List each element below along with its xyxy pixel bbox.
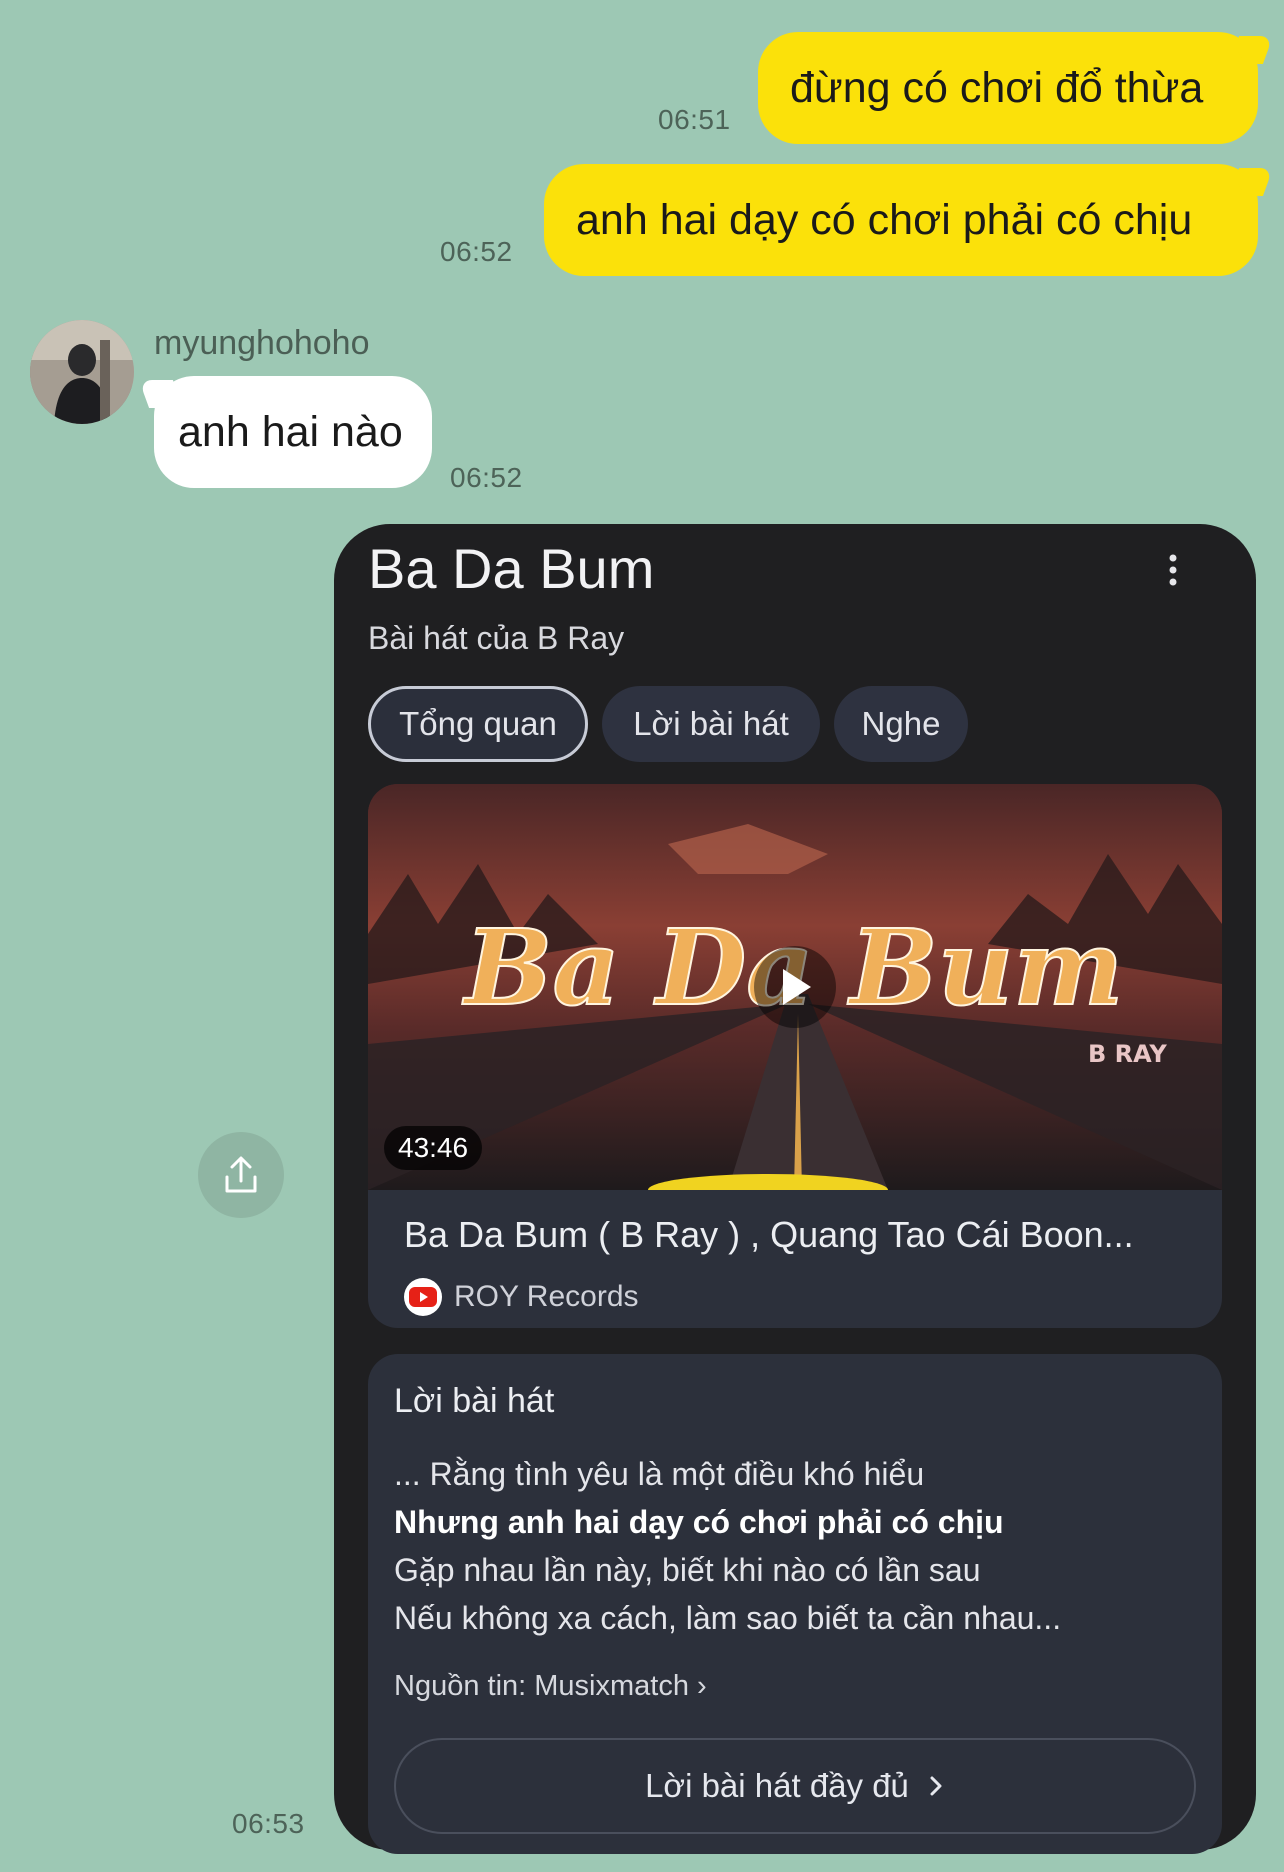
lyrics-heading: Lời bài hát xyxy=(394,1382,555,1420)
more-vertical-icon xyxy=(1169,554,1177,586)
full-lyrics-label: Lời bài hát đầy đủ xyxy=(645,1767,909,1804)
youtube-icon xyxy=(404,1278,442,1316)
full-lyrics-button[interactable]: Lời bài hát đầy đủ xyxy=(394,1738,1196,1834)
share-button[interactable] xyxy=(198,1132,284,1218)
message-timestamp: 06:52 xyxy=(440,236,513,267)
video-thumbnail[interactable]: Ba Da Bum B RAY 43:46 xyxy=(368,784,1222,1190)
message-text: anh hai nào xyxy=(178,407,403,456)
video-result[interactable]: Ba Da Bum B RAY 43:46 Ba Da Bum ( B Ray … xyxy=(368,784,1222,1328)
outgoing-message-bubble[interactable]: đừng có chơi đổ thừa xyxy=(758,32,1274,144)
avatar-photo-icon xyxy=(30,320,134,424)
lyric-line: Nếu không xa cách, làm sao biết ta cần n… xyxy=(394,1600,1062,1636)
message-text: anh hai dạy có chơi phải có chịu xyxy=(576,195,1193,244)
outgoing-message-bubble[interactable]: anh hai dạy có chơi phải có chịu xyxy=(544,164,1274,276)
lyric-line-highlighted: Nhưng anh hai dạy có chơi phải có chịu xyxy=(394,1504,1004,1540)
message-timestamp: 06:52 xyxy=(450,462,523,493)
video-duration-badge: 43:46 xyxy=(384,1126,483,1170)
card-subtitle: Bài hát của B Ray xyxy=(368,620,625,656)
sender-avatar[interactable] xyxy=(30,320,134,424)
bubble-tail xyxy=(1228,168,1274,196)
tab-overview[interactable]: Tổng quan xyxy=(368,686,588,762)
lyrics-lines: ... Rằng tình yêu là một điều khó hiểu N… xyxy=(394,1450,1061,1642)
bubble-tail xyxy=(138,380,184,408)
incoming-message-bubble[interactable]: anh hai nào xyxy=(138,376,432,488)
youtube-logo-icon xyxy=(409,1287,437,1307)
play-button[interactable] xyxy=(754,946,836,1028)
lyric-line: ... Rằng tình yêu là một điều khó hiểu xyxy=(394,1456,925,1492)
message-timestamp: 06:51 xyxy=(658,104,731,135)
video-channel: ROY Records xyxy=(454,1280,639,1313)
bubble-tail xyxy=(1228,36,1274,64)
play-icon xyxy=(783,969,811,1005)
message-timestamp: 06:53 xyxy=(232,1808,305,1839)
message-text: đừng có chơi đổ thừa xyxy=(790,63,1204,112)
lyrics-section: Lời bài hát ... Rằng tình yêu là một điề… xyxy=(368,1354,1222,1854)
tab-lyrics[interactable]: Lời bài hát xyxy=(602,686,820,762)
more-options-button[interactable] xyxy=(1160,552,1186,588)
thumbnail-artist-text: B RAY xyxy=(1088,1040,1167,1068)
sender-name: myunghohoho xyxy=(154,324,370,362)
chevron-right-icon xyxy=(930,1776,942,1796)
lyric-line: Gặp nhau lần này, biết khi nào có lần sa… xyxy=(394,1552,981,1588)
share-icon xyxy=(225,1156,257,1193)
lyrics-source-link[interactable]: Nguồn tin: Musixmatch › xyxy=(394,1670,707,1703)
tab-listen[interactable]: Nghe xyxy=(834,686,968,762)
card-title: Ba Da Bum xyxy=(368,537,655,600)
video-title[interactable]: Ba Da Bum ( B Ray ) , Quang Tao Cái Boon… xyxy=(404,1214,1134,1256)
